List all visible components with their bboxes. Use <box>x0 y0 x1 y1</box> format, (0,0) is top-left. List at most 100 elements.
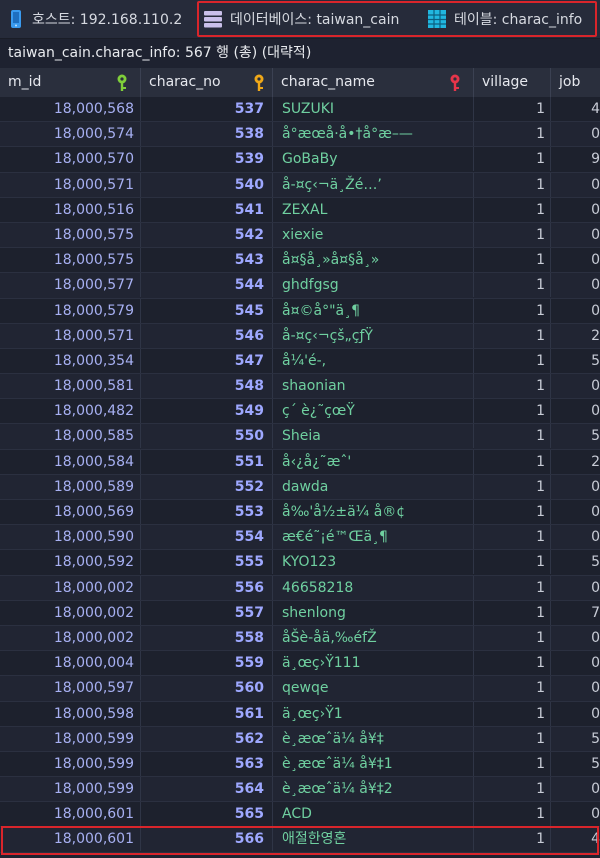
cell-village[interactable]: 1 <box>474 172 551 197</box>
cell-m-id[interactable]: 18,000,592 <box>0 550 141 575</box>
cell-village[interactable]: 1 <box>474 625 551 650</box>
table-row[interactable]: 18,000,570 539 GoBaBy 1 9 <box>0 147 600 173</box>
cell-charac-name[interactable]: å‰'å½±ä¼ å®¢ <box>273 500 474 524</box>
cell-charac-name[interactable]: å¤©å°"ä¸¶ <box>273 298 474 323</box>
cell-charac-no[interactable]: 551 <box>141 449 273 474</box>
cell-charac-no[interactable]: 550 <box>141 424 273 449</box>
table-row[interactable]: 18,000,482 549 ç´ è¿˜çœŸ 1 0 <box>0 399 600 425</box>
cell-charac-no[interactable]: 541 <box>141 197 273 222</box>
cell-m-id[interactable]: 18,000,575 <box>0 222 141 247</box>
cell-village[interactable]: 1 <box>474 147 551 172</box>
cell-village[interactable]: 1 <box>474 802 551 827</box>
cell-charac-name[interactable]: SUZUKI <box>273 97 474 121</box>
cell-charac-no[interactable]: 557 <box>141 600 273 625</box>
table-row[interactable]: 18,000,354 547 å¼'é-, 1 5 <box>0 348 600 375</box>
cell-village[interactable]: 1 <box>474 777 551 802</box>
cell-m-id[interactable]: 18,000,581 <box>0 374 141 399</box>
cell-village[interactable]: 1 <box>474 550 551 575</box>
cell-charac-no[interactable]: 561 <box>141 701 273 726</box>
cell-job[interactable]: 0 <box>551 248 600 272</box>
table-row[interactable]: 18,000,590 554 æ€é˜¡é™Œä¸¶ 1 0 <box>0 525 600 551</box>
cell-charac-no[interactable]: 559 <box>141 651 273 676</box>
cell-m-id[interactable]: 18,000,590 <box>0 525 141 550</box>
table-row[interactable]: 18,000,577 544 ghdfgsg 1 0 <box>0 273 600 299</box>
cell-charac-no[interactable]: 553 <box>141 500 273 524</box>
cell-m-id[interactable]: 18,000,568 <box>0 97 141 121</box>
cell-charac-no[interactable]: 547 <box>141 348 273 373</box>
cell-charac-no[interactable]: 544 <box>141 273 273 298</box>
cell-village[interactable]: 1 <box>474 323 551 348</box>
cell-job[interactable]: 0 <box>551 475 600 499</box>
table-row[interactable]: 18,000,585 550 Sheia 1 5 <box>0 424 600 450</box>
table-row[interactable]: 18,000,571 540 å-¤ç‹¬ä¸Žé…’ 1 0 <box>0 172 600 198</box>
cell-m-id[interactable]: 18,000,002 <box>0 575 141 600</box>
table-row[interactable]: 18,000,579 545 å¤©å°"ä¸¶ 1 0 <box>0 298 600 324</box>
cell-charac-no[interactable]: 546 <box>141 323 273 348</box>
cell-job[interactable]: 0 <box>551 676 600 700</box>
column-header-job[interactable]: job <box>551 68 600 97</box>
cell-m-id[interactable]: 18,000,569 <box>0 500 141 524</box>
cell-village[interactable]: 1 <box>474 374 551 399</box>
cell-job[interactable]: 0 <box>551 223 600 247</box>
cell-job[interactable]: 0 <box>551 273 600 297</box>
cell-charac-no[interactable]: 540 <box>141 172 273 197</box>
cell-village[interactable]: 1 <box>474 222 551 247</box>
table-row[interactable]: 18,000,002 556 46658218 1 0 <box>0 575 600 601</box>
table-row[interactable]: 18,000,598 561 ä¸œç›Ÿ1 1 0 <box>0 701 600 727</box>
cell-m-id[interactable]: 18,000,575 <box>0 248 141 273</box>
cell-charac-name[interactable]: å-¤ç‹¬çš„çƒŸ <box>273 323 474 348</box>
cell-charac-name[interactable]: ä¸œç›Ÿ1 <box>273 701 474 726</box>
cell-m-id[interactable]: 18,000,516 <box>0 197 141 222</box>
cell-m-id[interactable]: 18,000,354 <box>0 348 141 373</box>
cell-job[interactable]: 9 <box>551 147 600 171</box>
table-row[interactable]: 18,000,574 538 å°æœå·å•†å°æ–— 1 0 <box>0 122 600 148</box>
cell-charac-no[interactable]: 565 <box>141 802 273 827</box>
cell-charac-no[interactable]: 554 <box>141 525 273 550</box>
cell-charac-no[interactable]: 556 <box>141 575 273 600</box>
cell-charac-name[interactable]: è¸æœˆä¼ å¥‡ <box>273 726 474 751</box>
table-row[interactable]: 18,000,599 564 è¸æœˆä¼ å¥‡2 1 0 <box>0 777 600 803</box>
cell-m-id[interactable]: 18,000,002 <box>0 625 141 650</box>
table-row[interactable]: 18,000,599 563 è¸æœˆä¼ å¥‡1 1 5 <box>0 751 600 778</box>
cell-village[interactable]: 1 <box>474 97 551 121</box>
cell-village[interactable]: 1 <box>474 701 551 726</box>
cell-charac-name[interactable]: æ€é˜¡é™Œä¸¶ <box>273 525 474 550</box>
cell-m-id[interactable]: 18,000,571 <box>0 323 141 348</box>
cell-charac-name[interactable]: åŠè-åä‚‰éfŽ <box>273 625 474 650</box>
cell-charac-name[interactable]: ACD <box>273 802 474 827</box>
cell-job[interactable]: 0 <box>551 198 600 222</box>
cell-charac-no[interactable]: 542 <box>141 222 273 247</box>
cell-charac-name[interactable]: Sheia <box>273 424 474 449</box>
cell-m-id[interactable]: 18,000,598 <box>0 701 141 726</box>
cell-job[interactable]: 2 <box>551 450 600 474</box>
cell-job[interactable]: 0 <box>551 299 600 323</box>
cell-charac-no[interactable]: 543 <box>141 248 273 273</box>
cell-job[interactable]: 5 <box>551 727 600 751</box>
cell-m-id[interactable]: 18,000,599 <box>0 777 141 802</box>
table-row[interactable]: 18,000,575 542 xiexie 1 0 <box>0 222 600 249</box>
cell-job[interactable]: 0 <box>551 173 600 197</box>
table-row[interactable]: 18,000,597 560 qewqe 1 0 <box>0 676 600 702</box>
cell-village[interactable]: 1 <box>474 348 551 373</box>
cell-village[interactable]: 1 <box>474 399 551 424</box>
cell-charac-name[interactable]: shaonian <box>273 374 474 399</box>
cell-charac-name[interactable]: qewqe <box>273 676 474 701</box>
cell-m-id[interactable]: 18,000,601 <box>0 802 141 827</box>
cell-m-id[interactable]: 18,000,597 <box>0 676 141 701</box>
cell-job[interactable]: 5 <box>551 550 600 574</box>
cell-m-id[interactable]: 18,000,577 <box>0 273 141 298</box>
cell-job[interactable]: 0 <box>551 626 600 650</box>
table-row[interactable]: 18,000,575 543 å¤§å¸»å¤§å¸» 1 0 <box>0 248 600 274</box>
cell-village[interactable]: 1 <box>474 651 551 676</box>
cell-job[interactable]: 0 <box>551 576 600 600</box>
cell-charac-name[interactable]: å-¤ç‹¬ä¸Žé…’ <box>273 172 474 197</box>
table-row[interactable]: 18,000,516 541 ZEXAL 1 0 <box>0 197 600 223</box>
table-row[interactable]: 18,000,568 537 SUZUKI 1 4 <box>0 97 600 123</box>
cell-charac-no[interactable]: 552 <box>141 474 273 499</box>
table-row[interactable]: 18,000,002 558 åŠè-åä‚‰éfŽ 1 0 <box>0 625 600 652</box>
cell-village[interactable]: 1 <box>474 500 551 524</box>
cell-charac-name[interactable]: å¼'é-, <box>273 348 474 373</box>
cell-job[interactable]: 0 <box>551 399 600 423</box>
table-row[interactable]: 18,000,589 552 dawda 1 0 <box>0 474 600 500</box>
cell-job[interactable]: 0 <box>551 122 600 146</box>
